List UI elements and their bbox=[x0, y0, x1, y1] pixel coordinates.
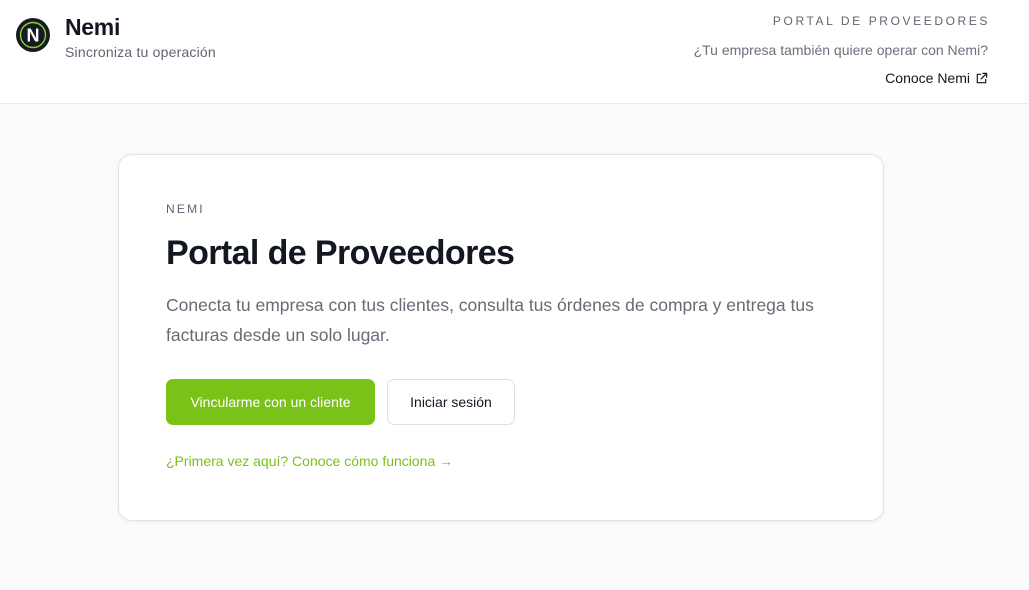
login-button[interactable]: Iniciar sesión bbox=[387, 379, 515, 425]
brand-text: Nemi Sincroniza tu operación bbox=[65, 14, 216, 60]
brand[interactable]: N Nemi Sincroniza tu operación bbox=[15, 14, 216, 60]
card-eyebrow: NEMI bbox=[166, 202, 205, 216]
card-description: Conecta tu empresa con tus clientes, con… bbox=[166, 295, 814, 345]
logo-letter: N bbox=[27, 26, 40, 46]
how-it-works-link[interactable]: ¿Primera vez aquí? Conoce cómo funciona … bbox=[166, 453, 453, 469]
portal-kicker: PORTAL DE PROVEEDORES bbox=[772, 14, 990, 28]
nemi-logo-icon: N bbox=[16, 18, 50, 52]
join-question: ¿Tu empresa también quiere operar con Ne… bbox=[693, 42, 988, 58]
brand-tagline: Sincroniza tu operación bbox=[65, 44, 216, 60]
external-link-icon bbox=[976, 72, 988, 83]
brand-name: Nemi bbox=[65, 14, 121, 40]
page-title: Portal de Proveedores bbox=[166, 234, 515, 272]
card-actions: Vincularme con un cliente Iniciar sesión bbox=[166, 379, 515, 425]
learn-nemi-link[interactable]: Conoce Nemi bbox=[885, 70, 988, 86]
welcome-card: NEMI Portal de Proveedores Conecta tu em… bbox=[118, 154, 884, 521]
learn-nemi-label: Conoce Nemi bbox=[885, 70, 970, 86]
page: N Nemi Sincroniza tu operación PORTAL DE… bbox=[0, 0, 1029, 590]
top-bar: N Nemi Sincroniza tu operación PORTAL DE… bbox=[0, 0, 1029, 104]
top-right-info: PORTAL DE PROVEEDORES ¿Tu empresa tambié… bbox=[694, 14, 988, 88]
link-client-button[interactable]: Vincularme con un cliente bbox=[166, 379, 375, 425]
